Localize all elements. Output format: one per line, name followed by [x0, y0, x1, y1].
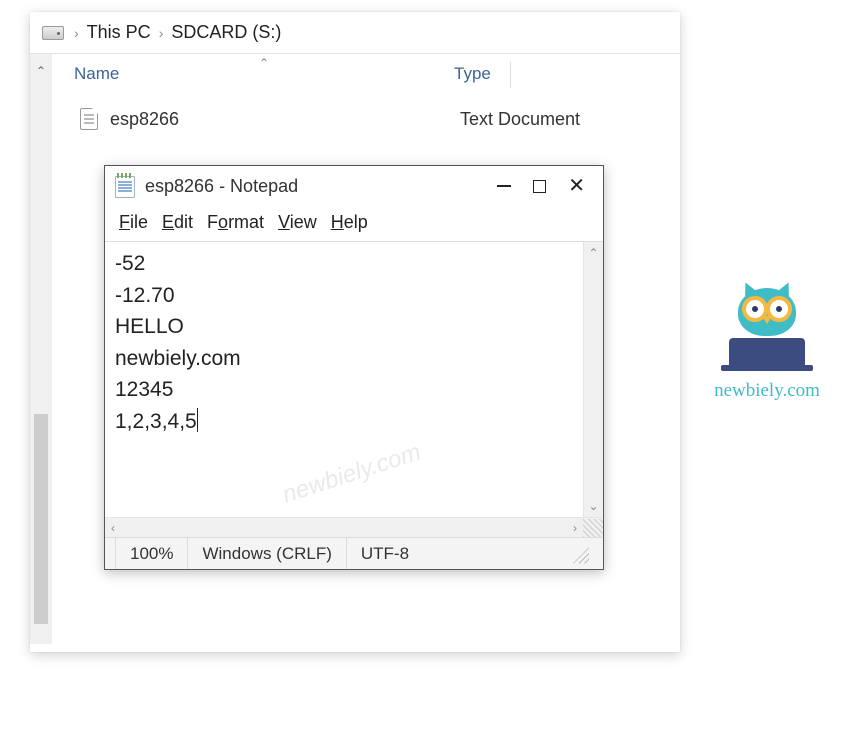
- notepad-body: -52 -12.70 HELLO newbiely.com 12345 1,2,…: [105, 241, 603, 517]
- scroll-up-icon[interactable]: ⌃: [36, 64, 46, 78]
- notepad-window: esp8266 - Notepad ✕ File Edit Format Vie…: [104, 165, 604, 570]
- sort-ascending-icon: ⌃: [259, 56, 269, 70]
- owl-icon: [728, 280, 806, 336]
- breadcrumb-separator: ›: [74, 25, 79, 41]
- notepad-textarea[interactable]: -52 -12.70 HELLO newbiely.com 12345 1,2,…: [105, 242, 583, 517]
- logo-text: newbiely.com: [702, 380, 832, 402]
- menu-help[interactable]: Help: [331, 212, 368, 233]
- scroll-up-icon[interactable]: ⌃: [588, 242, 598, 264]
- notepad-statusbar: 100% Windows (CRLF) UTF-8: [105, 537, 603, 569]
- laptop-icon: [729, 338, 805, 368]
- drive-icon: [42, 26, 64, 40]
- file-row[interactable]: esp8266 Text Document: [52, 94, 680, 144]
- file-type: Text Document: [460, 109, 680, 130]
- column-header-name[interactable]: Name ⌃: [74, 64, 454, 84]
- scroll-thumb[interactable]: [34, 414, 48, 624]
- column-header-type[interactable]: Type: [454, 64, 680, 84]
- minimize-button[interactable]: [497, 185, 511, 187]
- file-list-header: Name ⌃ Type: [52, 54, 680, 94]
- maximize-button[interactable]: [533, 180, 546, 193]
- menu-view[interactable]: View: [278, 212, 317, 233]
- breadcrumb-separator: ›: [159, 25, 164, 41]
- text-file-icon: [80, 108, 98, 130]
- scroll-right-icon[interactable]: ›: [567, 521, 583, 535]
- breadcrumb[interactable]: › This PC › SDCARD (S:): [30, 12, 680, 54]
- menu-edit[interactable]: Edit: [162, 212, 193, 233]
- notepad-vertical-scrollbar[interactable]: ⌃ ⌄: [583, 242, 603, 517]
- file-name-cell: esp8266: [80, 108, 460, 130]
- notepad-title: esp8266 - Notepad: [145, 176, 497, 197]
- file-name: esp8266: [110, 109, 179, 130]
- window-controls: ✕: [497, 179, 593, 193]
- scroll-left-icon[interactable]: ‹: [105, 521, 121, 535]
- column-divider[interactable]: [510, 62, 511, 88]
- breadcrumb-item[interactable]: SDCARD (S:): [171, 22, 281, 43]
- menu-format[interactable]: Format: [207, 212, 264, 233]
- column-label: Type: [454, 64, 491, 83]
- explorer-vertical-scrollbar[interactable]: ⌃: [30, 54, 52, 644]
- close-button[interactable]: ✕: [568, 179, 585, 193]
- resize-grip-icon[interactable]: [569, 544, 589, 564]
- notepad-horizontal-scrollbar[interactable]: ‹ ›: [105, 517, 603, 537]
- notepad-icon: [115, 174, 135, 198]
- brand-logo: newbiely.com: [702, 280, 832, 402]
- resize-grip-icon: [583, 519, 603, 537]
- column-label: Name: [74, 64, 119, 83]
- status-lineending: Windows (CRLF): [188, 538, 346, 569]
- scroll-track[interactable]: [32, 84, 50, 644]
- scroll-down-icon[interactable]: ⌄: [588, 495, 598, 517]
- breadcrumb-item[interactable]: This PC: [87, 22, 151, 43]
- notepad-titlebar[interactable]: esp8266 - Notepad ✕: [105, 166, 603, 206]
- text-cursor: [197, 408, 199, 432]
- menu-file[interactable]: File: [119, 212, 148, 233]
- status-zoom: 100%: [115, 538, 188, 569]
- notepad-menubar: File Edit Format View Help: [105, 206, 603, 241]
- status-encoding: UTF-8: [347, 538, 603, 569]
